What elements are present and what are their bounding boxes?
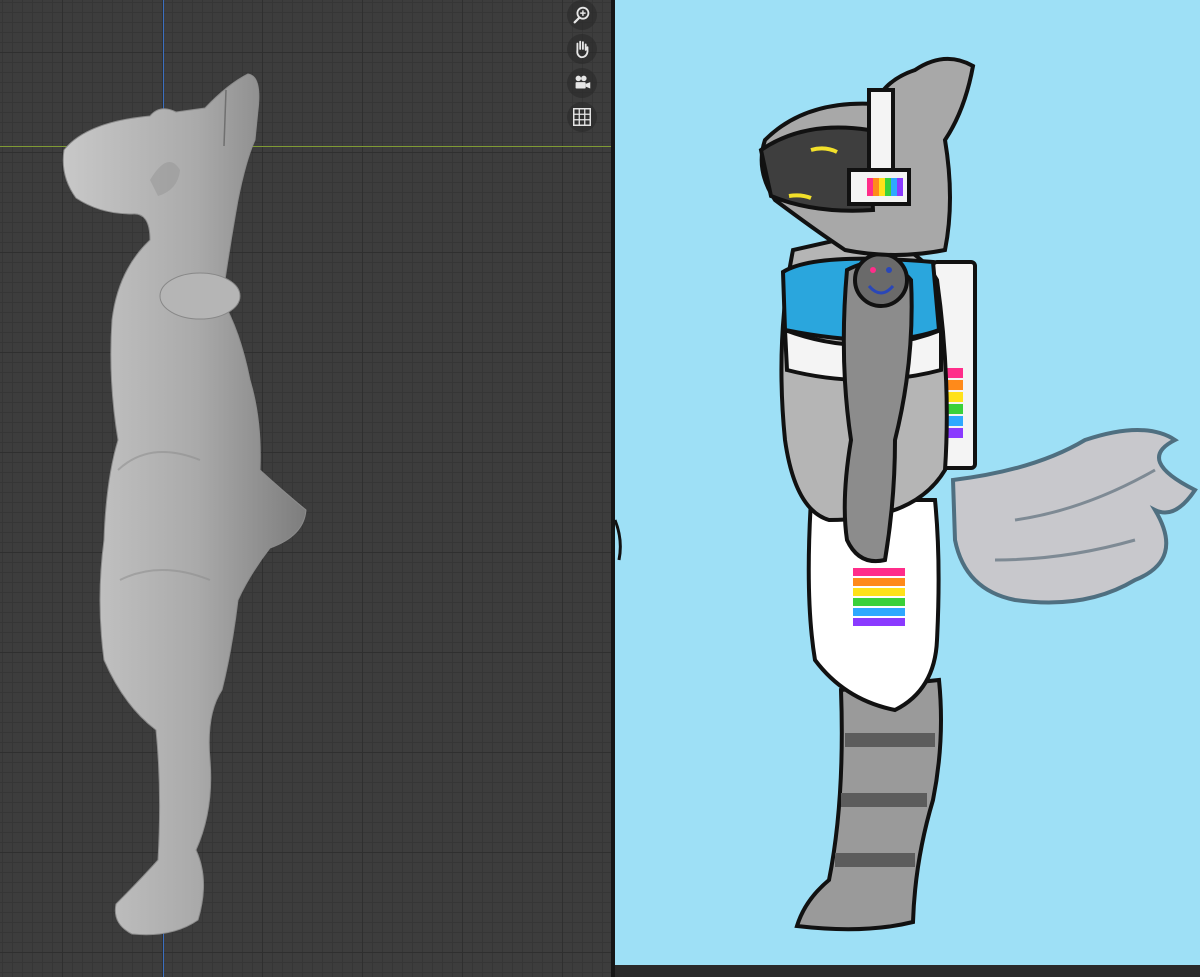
visor-stripes bbox=[867, 178, 903, 196]
zoom-icon[interactable] bbox=[567, 0, 597, 30]
sculpt-model[interactable] bbox=[0, 0, 611, 977]
sculpt-arm-blob bbox=[159, 272, 241, 320]
canvas-bottom-bar bbox=[615, 965, 1200, 977]
character-illustration bbox=[615, 56, 1198, 932]
hand-pan-icon[interactable] bbox=[567, 34, 597, 64]
3d-viewport[interactable] bbox=[0, 0, 611, 977]
drawing-canvas[interactable] bbox=[615, 0, 1200, 965]
camera-icon[interactable] bbox=[567, 68, 597, 98]
app-window bbox=[0, 0, 1200, 977]
grid-ortho-icon[interactable] bbox=[567, 102, 597, 132]
shoulder-patch bbox=[853, 252, 909, 308]
navigation-gizmo bbox=[565, 0, 599, 132]
